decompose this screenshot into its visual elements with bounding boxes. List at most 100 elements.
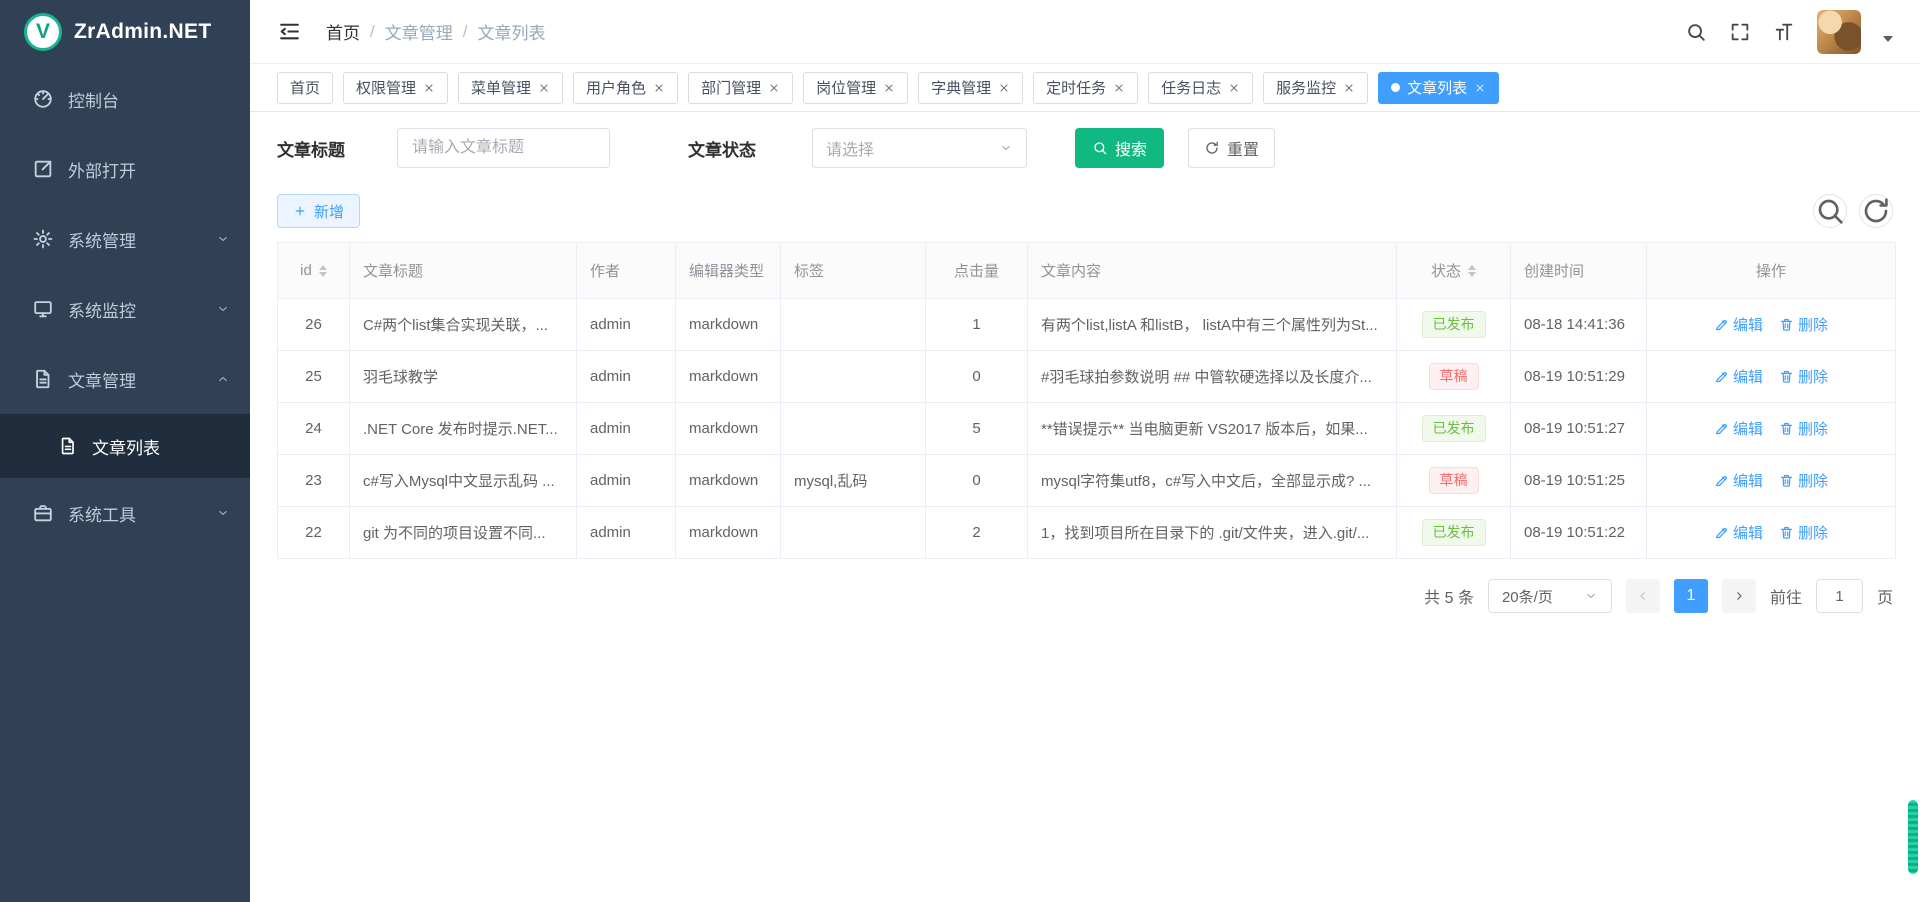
sort-carets-icon[interactable] <box>319 261 327 281</box>
trash-icon <box>1779 525 1794 540</box>
column-label: 文章标题 <box>363 260 423 281</box>
edit-link[interactable]: 编辑 <box>1714 522 1763 543</box>
cell-id: 23 <box>278 455 350 507</box>
cell-tags: mysql,乱码 <box>781 455 926 507</box>
add-button[interactable]: 新增 <box>277 194 360 228</box>
table-row: 24.NET Core 发布时提示.NET...adminmarkdown5**… <box>278 403 1896 455</box>
tab-10[interactable]: 文章列表 <box>1378 72 1499 104</box>
edit-link[interactable]: 编辑 <box>1714 418 1763 439</box>
article-status-label: 文章状态 <box>688 136 756 161</box>
tab-close-icon[interactable] <box>1474 82 1486 94</box>
article-status-select[interactable]: 请选择 <box>812 128 1027 168</box>
column-header-title: 文章标题 <box>350 243 577 299</box>
chevron-right-icon <box>1732 589 1746 603</box>
user-avatar[interactable] <box>1817 10 1861 54</box>
topbar: 首页/文章管理/文章列表 <box>250 0 1920 64</box>
cell-actions: 编辑删除 <box>1647 403 1896 455</box>
filter-form: 文章标题 文章状态 请选择 搜索 重置 <box>277 128 1893 168</box>
tab-close-icon[interactable] <box>423 82 435 94</box>
page-size-select[interactable]: 20条/页 <box>1488 579 1612 613</box>
cell-created: 08-19 10:51:22 <box>1511 507 1647 559</box>
tab-7[interactable]: 定时任务 <box>1033 72 1138 104</box>
monitor-icon <box>32 298 54 320</box>
gear-icon <box>32 228 54 250</box>
tab-1[interactable]: 权限管理 <box>343 72 448 104</box>
sidebar-item-system-tools[interactable]: 系统工具 <box>0 478 250 548</box>
user-caret-down-icon[interactable] <box>1883 36 1893 47</box>
column-header-actions: 操作 <box>1647 243 1896 299</box>
tab-close-icon[interactable] <box>653 82 665 94</box>
reset-button[interactable]: 重置 <box>1188 128 1275 168</box>
delete-link[interactable]: 删除 <box>1779 366 1828 387</box>
cell-author: admin <box>577 351 676 403</box>
cell-id: 22 <box>278 507 350 559</box>
tab-6[interactable]: 字典管理 <box>918 72 1023 104</box>
breadcrumb-item[interactable]: 文章列表 <box>477 19 545 44</box>
breadcrumb-item[interactable]: 文章管理 <box>385 19 453 44</box>
refresh-table-icon[interactable] <box>1859 194 1893 228</box>
sidebar-item-article-list[interactable]: 文章列表 <box>0 414 250 478</box>
tab-9[interactable]: 服务监控 <box>1263 72 1368 104</box>
tab-close-icon[interactable] <box>1228 82 1240 94</box>
sidebar-collapse-icon[interactable] <box>277 19 302 44</box>
tab-4[interactable]: 部门管理 <box>688 72 793 104</box>
sidebar-item-dashboard[interactable]: 控制台 <box>0 64 250 134</box>
header-search-icon[interactable] <box>1685 21 1707 43</box>
column-label: 编辑器类型 <box>689 260 764 281</box>
tab-2[interactable]: 菜单管理 <box>458 72 563 104</box>
tab-close-icon[interactable] <box>1343 82 1355 94</box>
tab-label: 菜单管理 <box>471 77 531 98</box>
tab-8[interactable]: 任务日志 <box>1148 72 1253 104</box>
next-page-button[interactable] <box>1722 579 1756 613</box>
tab-close-icon[interactable] <box>998 82 1010 94</box>
cell-editor: markdown <box>676 455 781 507</box>
scrollbar-thumb[interactable] <box>1908 800 1918 874</box>
edit-icon <box>1714 369 1729 384</box>
sidebar-item-article-management[interactable]: 文章管理 <box>0 344 250 414</box>
goto-page-input[interactable] <box>1816 579 1863 613</box>
delete-label: 删除 <box>1798 522 1828 543</box>
edit-icon <box>1714 421 1729 436</box>
column-header-id[interactable]: id <box>278 243 350 299</box>
column-header-clicks: 点击量 <box>926 243 1028 299</box>
tab-5[interactable]: 岗位管理 <box>803 72 908 104</box>
edit-link[interactable]: 编辑 <box>1714 470 1763 491</box>
font-size-icon[interactable] <box>1773 21 1795 43</box>
column-header-status[interactable]: 状态 <box>1397 243 1511 299</box>
delete-link[interactable]: 删除 <box>1779 470 1828 491</box>
search-button[interactable]: 搜索 <box>1075 128 1164 168</box>
sidebar-item-system-management[interactable]: 系统管理 <box>0 204 250 274</box>
trash-icon <box>1779 473 1794 488</box>
article-title-input[interactable] <box>397 128 610 168</box>
tab-3[interactable]: 用户角色 <box>573 72 678 104</box>
fullscreen-icon[interactable] <box>1729 21 1751 43</box>
toggle-search-icon[interactable] <box>1813 194 1847 228</box>
cell-author: admin <box>577 403 676 455</box>
menu-item-label: 系统工具 <box>68 501 136 526</box>
page-suffix-label: 页 <box>1877 584 1893 608</box>
sort-carets-icon[interactable] <box>1468 261 1476 281</box>
delete-link[interactable]: 删除 <box>1779 418 1828 439</box>
tab-close-icon[interactable] <box>768 82 780 94</box>
sidebar-menu: 控制台外部打开系统管理系统监控文章管理文章列表系统工具 <box>0 64 250 548</box>
column-header-tags: 标签 <box>781 243 926 299</box>
cell-created: 08-19 10:51:27 <box>1511 403 1647 455</box>
tab-label: 权限管理 <box>356 77 416 98</box>
sidebar-item-system-monitor[interactable]: 系统监控 <box>0 274 250 344</box>
page-number-button[interactable]: 1 <box>1674 579 1708 613</box>
tab-close-icon[interactable] <box>1113 82 1125 94</box>
edit-link[interactable]: 编辑 <box>1714 366 1763 387</box>
tab-close-icon[interactable] <box>883 82 895 94</box>
prev-page-button[interactable] <box>1626 579 1660 613</box>
tab-label: 岗位管理 <box>816 77 876 98</box>
sidebar-item-external-open[interactable]: 外部打开 <box>0 134 250 204</box>
tab-close-icon[interactable] <box>538 82 550 94</box>
breadcrumb-item[interactable]: 首页 <box>326 19 360 44</box>
menu-item-label: 控制台 <box>68 87 119 112</box>
delete-link[interactable]: 删除 <box>1779 314 1828 335</box>
edit-link[interactable]: 编辑 <box>1714 314 1763 335</box>
cell-created: 08-19 10:51:29 <box>1511 351 1647 403</box>
delete-link[interactable]: 删除 <box>1779 522 1828 543</box>
tab-0[interactable]: 首页 <box>277 72 333 104</box>
document-icon <box>32 368 54 390</box>
